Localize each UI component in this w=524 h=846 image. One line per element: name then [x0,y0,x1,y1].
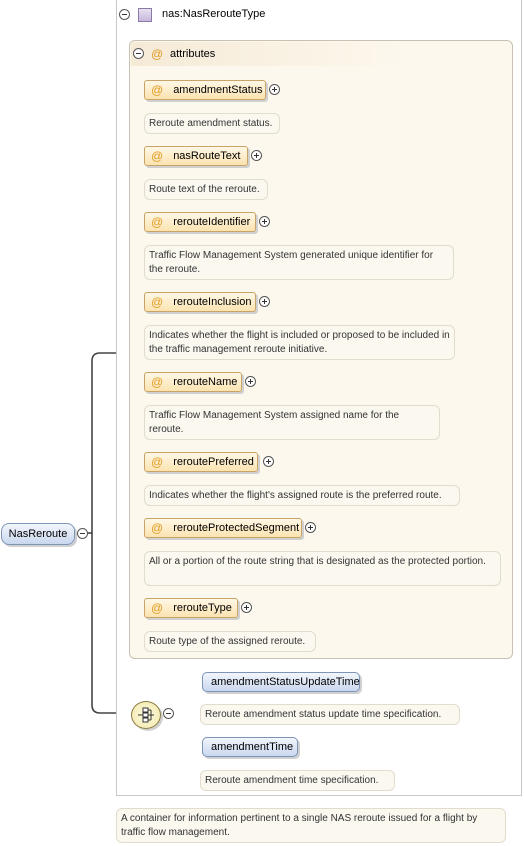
expand-icon[interactable] [305,522,316,533]
attribute-description: Traffic Flow Management System assigned … [144,405,440,440]
expand-icon[interactable] [263,456,274,467]
attribute-rerouteIdentifier[interactable]: @ rerouteIdentifier [144,212,256,232]
attribute-name: rerouteIdentifier [173,216,251,228]
complex-type-icon [138,8,152,22]
attribute-rerouteType[interactable]: @ rerouteType [144,598,238,618]
attributes-group-label: attributes [170,48,216,60]
attribute-name: reroutePreferred [173,456,254,468]
expand-icon[interactable] [259,296,270,307]
attribute-at-icon: @ [151,375,164,389]
element-amendmentStatusUpdateTime[interactable]: amendmentStatusUpdateTime [202,672,360,692]
attribute-name: rerouteType [173,602,232,614]
attribute-description: Traffic Flow Management System generated… [144,245,454,280]
attribute-at-icon: @ [151,149,164,163]
attribute-at-icon: @ [151,601,164,615]
expand-icon[interactable] [251,150,262,161]
sequence-glyph [138,707,154,723]
attribute-at-icon: @ [151,455,164,469]
attribute-amendmentStatus[interactable]: @ amendmentStatus [144,80,266,100]
expand-icon[interactable] [269,84,280,95]
collapse-icon[interactable] [133,48,144,59]
collapse-icon[interactable] [119,9,130,20]
attribute-rerouteName[interactable]: @ rerouteName [144,372,242,392]
attribute-at-icon: @ [151,47,164,61]
expand-icon[interactable] [259,216,270,227]
attribute-reroutePreferred[interactable]: @ reroutePreferred [144,452,258,472]
expand-icon[interactable] [245,376,256,387]
attribute-description: Indicates whether the flight is included… [144,325,455,360]
attribute-at-icon: @ [151,295,164,309]
attribute-description: Route text of the reroute. [144,179,268,200]
attribute-description: Reroute amendment status. [144,113,280,134]
attribute-nasRouteText[interactable]: @ nasRouteText [144,146,248,166]
element-name: amendmentStatusUpdateTime [211,676,360,688]
attribute-name: nasRouteText [173,150,241,162]
attribute-at-icon: @ [151,521,164,535]
attribute-rerouteProtectedSegment[interactable]: @ rerouteProtectedSegment [144,518,302,538]
attribute-at-icon: @ [151,83,164,97]
attribute-name: rerouteProtectedSegment [173,522,300,534]
attribute-rerouteInclusion[interactable]: @ rerouteInclusion [144,292,256,312]
type-name: nas:NasRerouteType [162,8,266,20]
attribute-at-icon: @ [151,215,164,229]
attribute-description: Indicates whether the flight's assigned … [144,485,460,506]
element-name: amendmentTime [211,741,294,753]
attribute-description: All or a portion of the route string tha… [144,551,501,586]
sequence-compositor-icon[interactable] [131,701,161,729]
attribute-name: rerouteInclusion [173,296,252,308]
collapse-icon[interactable] [163,708,174,719]
attribute-name: amendmentStatus [173,84,263,96]
root-element-label: NasReroute [8,528,68,540]
element-description: Reroute amendment time specification. [200,770,395,791]
attribute-name: rerouteName [173,376,238,388]
element-amendmentTime[interactable]: amendmentTime [202,737,298,757]
root-element-NasReroute[interactable]: NasReroute [1,523,75,545]
expand-icon[interactable] [241,602,252,613]
type-description: A container for information pertinent to… [116,808,506,843]
element-description: Reroute amendment status update time spe… [200,704,460,725]
collapse-icon[interactable] [77,528,88,539]
attribute-description: Route type of the assigned reroute. [144,631,316,652]
